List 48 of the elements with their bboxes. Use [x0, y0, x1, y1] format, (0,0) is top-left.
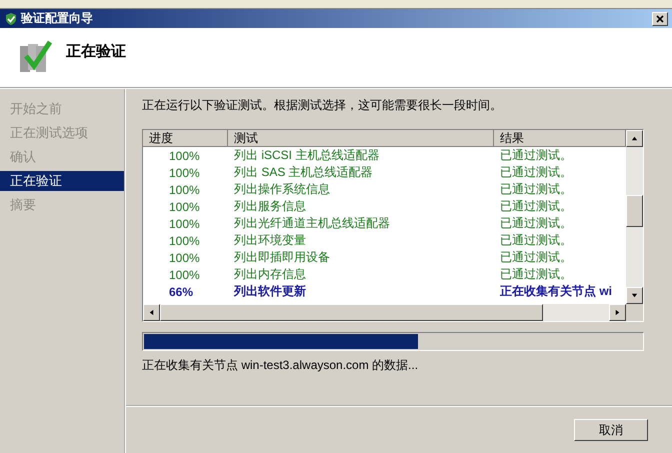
column-header[interactable]: 进度 — [143, 130, 228, 147]
test-cell-text: 列出服务信息 — [233, 198, 307, 215]
progress-cell-text: 100% — [168, 216, 201, 230]
close-icon — [656, 14, 664, 22]
progress-cell-text: 100% — [168, 148, 201, 162]
scrollbar-corner — [626, 304, 643, 321]
column-header[interactable]: 测试 — [228, 130, 494, 147]
test-cell-text: 列出光纤通道主机总线适配器 — [233, 215, 391, 232]
test-cell-text: 列出环境变量 — [233, 232, 307, 249]
intro-text: 正在运行以下验证测试。根据测试选择，这可能需要很长一段时间。 — [142, 97, 503, 114]
left-arrow-icon — [148, 309, 155, 316]
vertical-scrollbar[interactable] — [626, 130, 643, 304]
progress-cell-text: 100% — [168, 182, 201, 196]
status-text: 正在收集有关节点 win-test3.alwayson.com 的数据... — [142, 357, 420, 374]
right-arrow-icon — [614, 309, 621, 316]
progress-cell-text: 100% — [168, 250, 201, 264]
test-cell-text: 列出 SAS 主机总线适配器 — [233, 164, 374, 181]
scroll-thumb[interactable] — [160, 304, 543, 321]
test-cell-text: 列出 iSCSI 主机总线适配器 — [233, 147, 380, 164]
server-check-icon — [18, 38, 52, 74]
close-button[interactable] — [652, 12, 668, 26]
result-cell-text: 已通过测试。 — [499, 266, 573, 283]
test-cell-text: 列出操作系统信息 — [233, 181, 331, 198]
test-cell-text: 列出软件更新 — [232, 283, 307, 300]
result-cell-text: 正在收集有关节点 wi — [499, 283, 614, 300]
result-cell-text: 已通过测试。 — [499, 232, 573, 249]
down-arrow-icon — [631, 292, 638, 299]
result-cell-text: 已通过测试。 — [499, 249, 573, 266]
result-cell-text: 已通过测试。 — [499, 198, 573, 215]
result-cell-text: 已通过测试。 — [499, 181, 573, 198]
page-title: 正在验证 — [66, 42, 126, 61]
result-cell-text: 已通过测试。 — [499, 215, 573, 232]
sidebar-item[interactable]: 正在验证 — [0, 171, 124, 191]
progress-cell-text: 100% — [168, 200, 201, 214]
result-cell-text: 已通过测试。 — [499, 147, 573, 164]
test-cell-text: 列出即插即用设备 — [233, 249, 331, 266]
progress-cell-text: 100% — [168, 166, 201, 180]
progress-cell-text: 66% — [168, 284, 194, 298]
test-cell-text: 列出内存信息 — [233, 266, 307, 283]
up-arrow-icon — [631, 135, 638, 142]
horizontal-scrollbar[interactable] — [143, 304, 626, 321]
cancel-button[interactable]: 取消 — [574, 419, 648, 441]
window-title: 验证配置向导 — [21, 10, 94, 27]
result-cell-text: 已通过测试。 — [499, 164, 573, 181]
shield-check-icon — [4, 12, 18, 26]
progress-cell-text: 100% — [168, 234, 201, 248]
scroll-thumb[interactable] — [626, 195, 643, 227]
progress-cell-text: 100% — [168, 268, 201, 282]
